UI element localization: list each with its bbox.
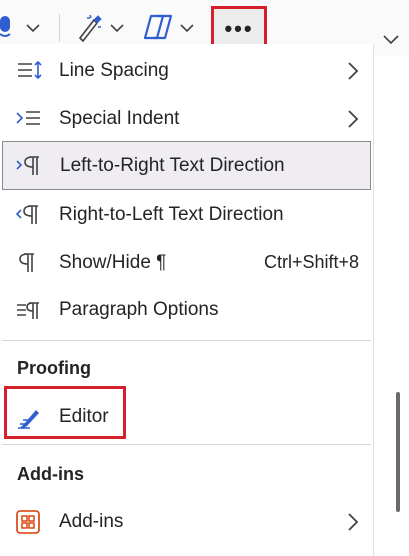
menu-item-label: Right-to-Left Text Direction	[59, 204, 284, 225]
menu-item-paragraph-options[interactable]: Paragraph Options	[2, 287, 371, 333]
designer-button[interactable]	[76, 12, 128, 44]
menu-item-line-spacing[interactable]: Line Spacing	[2, 48, 371, 94]
chevron-down-icon	[110, 24, 124, 33]
menu-item-label: Line Spacing	[59, 60, 169, 81]
editor-highlight-box	[4, 386, 126, 439]
chevron-down-icon	[180, 24, 194, 33]
dictate-button[interactable]	[0, 14, 50, 42]
menu-item-label: Add-ins	[59, 511, 124, 532]
copilot-button[interactable]	[143, 12, 199, 44]
menu-border	[373, 44, 374, 556]
special-indent-icon	[16, 111, 40, 125]
section-header-addins: Add-ins	[17, 464, 84, 484]
menu-item-show-hide[interactable]: Show/Hide ¶ Ctrl+Shift+8	[2, 240, 371, 286]
toolbar-separator	[59, 14, 60, 42]
menu-item-special-indent[interactable]: Special Indent	[2, 96, 371, 142]
menu-item-label: Left-to-Right Text Direction	[60, 155, 285, 176]
line-spacing-icon	[18, 60, 42, 80]
chevron-right-icon	[348, 513, 359, 531]
menu-divider	[2, 444, 371, 445]
section-header-proofing: Proofing	[17, 358, 91, 378]
copilot-icon	[143, 14, 173, 40]
chevron-right-icon	[348, 110, 359, 128]
chevron-down-icon	[26, 24, 40, 33]
chevron-right-icon	[348, 62, 359, 80]
menu-item-label: Special Indent	[59, 108, 180, 129]
microphone-icon	[0, 16, 11, 37]
paragraph-options-icon	[17, 302, 39, 319]
pilcrow-icon	[19, 253, 34, 272]
menu-item-right-to-left[interactable]: Right-to-Left Text Direction	[2, 192, 371, 238]
rtl-text-direction-icon	[15, 205, 38, 224]
menu-item-left-to-right[interactable]: Left-to-Right Text Direction	[2, 141, 371, 190]
menu-item-label: Show/Hide ¶	[59, 252, 167, 273]
keyboard-shortcut: Ctrl+Shift+8	[263, 252, 359, 272]
menu-item-label: Paragraph Options	[59, 299, 219, 320]
ltr-text-direction-icon	[16, 156, 39, 175]
menu-scrollbar[interactable]	[396, 392, 400, 512]
menu-item-addins[interactable]: Add-ins	[2, 499, 371, 545]
more-options-icon: •••	[224, 16, 254, 41]
magic-pen-icon	[78, 14, 102, 42]
overflow-menu: Line Spacing Special Indent Left-to-Righ…	[0, 44, 373, 556]
addins-grid-icon	[16, 510, 40, 534]
menu-divider	[2, 340, 371, 341]
ribbon-expand-chevron-icon[interactable]	[383, 34, 399, 46]
